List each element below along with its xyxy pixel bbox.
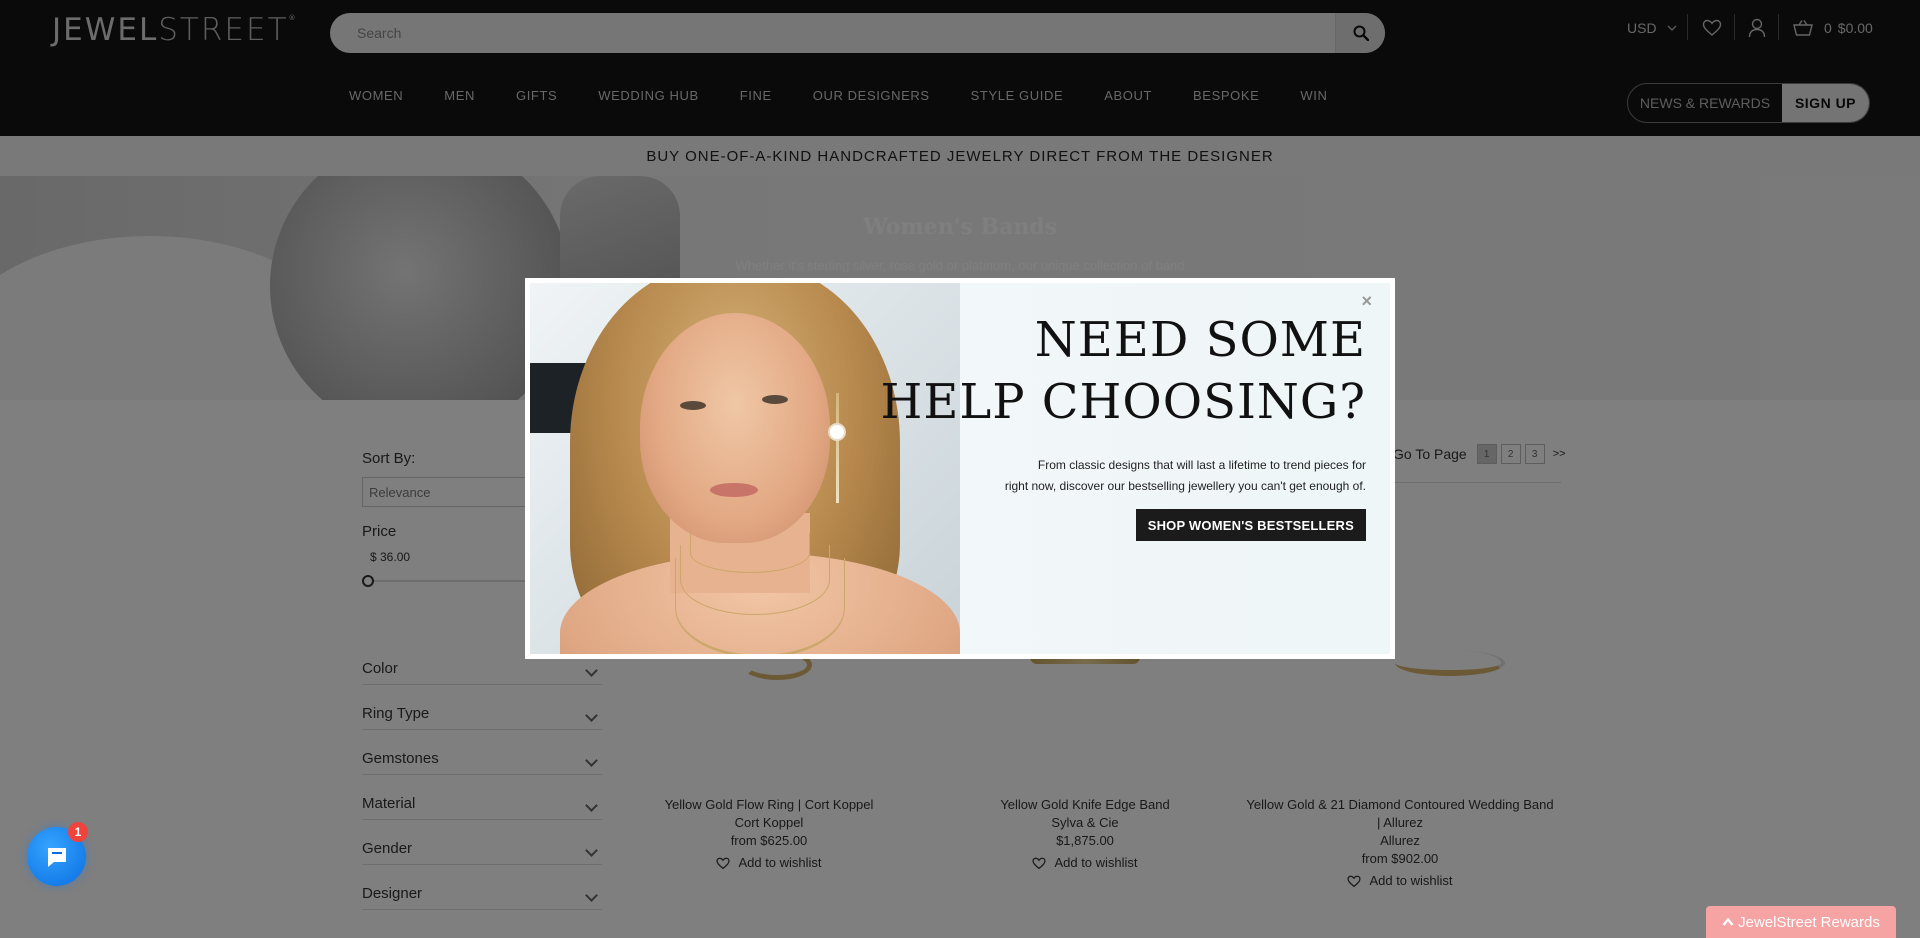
- chat-bubble-icon: [47, 847, 66, 867]
- modal-content: × NEED SOME HELP CHOOSING? From classic …: [530, 283, 1390, 654]
- chat-notification-badge: 1: [68, 822, 88, 842]
- modal-description-line: From classic designs that will last a li…: [1037, 458, 1366, 472]
- photo-eye: [680, 401, 706, 410]
- modal-heading-line: HELP CHOOSING?: [880, 374, 1366, 430]
- rewards-tab[interactable]: JewelStreet Rewards: [1706, 906, 1896, 938]
- photo-face: [640, 313, 830, 543]
- photo-earring-disc: [828, 423, 846, 441]
- modal-description: From classic designs that will last a li…: [966, 455, 1366, 497]
- photo-eye: [762, 395, 788, 404]
- modal-heading-line: NEED SOME: [1034, 312, 1366, 368]
- modal-heading: NEED SOME HELP CHOOSING?: [880, 309, 1366, 433]
- shop-bestsellers-button[interactable]: SHOP WOMEN'S BESTSELLERS: [1135, 509, 1366, 541]
- photo-necklace: [675, 558, 845, 654]
- photo-earring: [836, 393, 839, 503]
- modal-description-line: right now, discover our bestselling jewe…: [1004, 479, 1366, 493]
- photo-lips: [710, 483, 758, 497]
- promo-modal: × NEED SOME HELP CHOOSING? From classic …: [525, 278, 1395, 659]
- rewards-label: JewelStreet Rewards: [1738, 913, 1880, 931]
- chevron-up-icon: [1722, 917, 1734, 926]
